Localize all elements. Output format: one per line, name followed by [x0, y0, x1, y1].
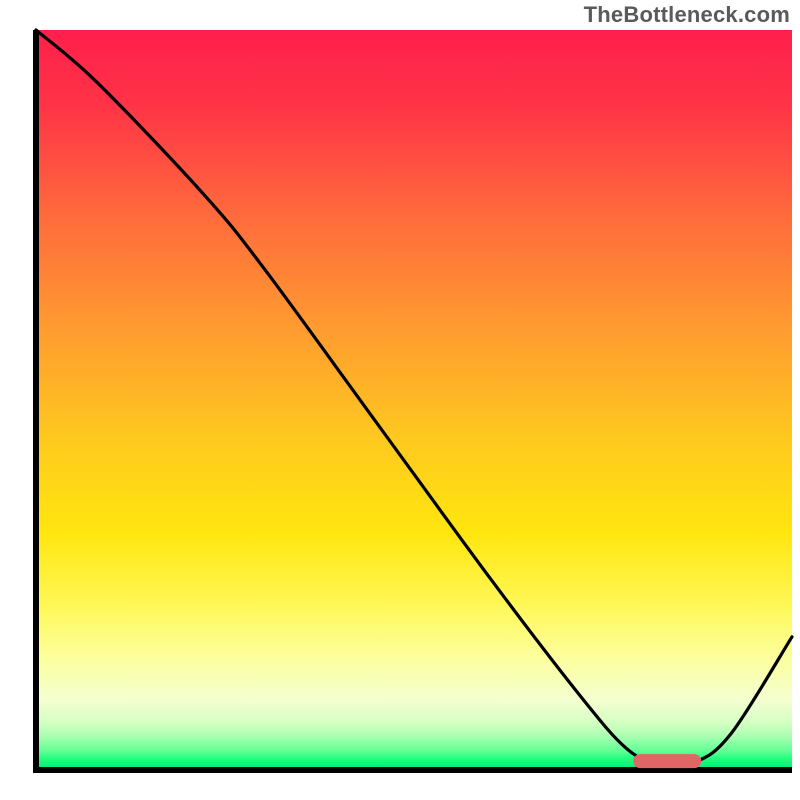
- bottleneck-chart: [0, 0, 800, 800]
- chart-container: TheBottleneck.com: [0, 0, 800, 800]
- plot-background: [36, 30, 792, 770]
- optimal-range-marker: [633, 754, 701, 768]
